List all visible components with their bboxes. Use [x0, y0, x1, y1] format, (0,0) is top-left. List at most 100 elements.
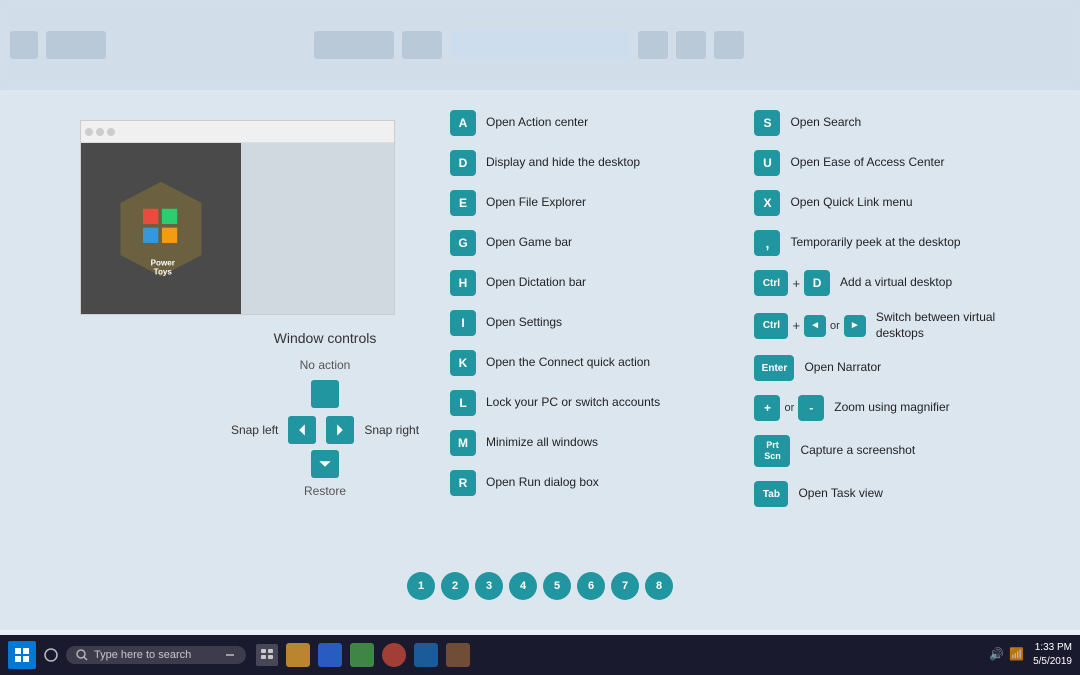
search-placeholder: Type here to search: [94, 649, 191, 661]
shortcut-row-d: D Display and hide the desktop: [450, 150, 720, 176]
desc-i: Open Settings: [486, 315, 562, 331]
shortcut-row-s: S Open Search: [754, 110, 1024, 136]
key-ctrl-1: Ctrl: [754, 270, 788, 296]
desc-g: Open Game bar: [486, 235, 572, 251]
desc-enter: Open Narrator: [804, 360, 881, 376]
network-icon: 🔊: [989, 647, 1005, 663]
preview-right: [241, 143, 394, 314]
page-2[interactable]: 2: [441, 572, 469, 600]
snap-left-btn[interactable]: [288, 416, 316, 444]
restore-btn[interactable]: [311, 450, 339, 478]
shortcut-row-r: R Open Run dialog box: [450, 470, 720, 496]
svg-text:Toys: Toys: [154, 267, 173, 276]
preview-left: Power Toys: [81, 143, 241, 314]
page-1[interactable]: 1: [407, 572, 435, 600]
key-tab: Tab: [754, 481, 788, 507]
plusminus-combo: + or -: [754, 395, 824, 421]
shortcut-row-comma: , Temporarily peek at the desktop: [754, 230, 1024, 256]
top-icon-6: [638, 31, 668, 59]
time-display: 1:33 PM: [1033, 641, 1072, 655]
preview-titlebar: [81, 121, 394, 143]
shortcut-row-a: A Open Action center: [450, 110, 720, 136]
powertoys-btn[interactable]: [446, 643, 470, 667]
key-right-arrow: ►: [844, 315, 866, 337]
restore-label: Restore: [160, 484, 490, 498]
top-bar: [0, 0, 1080, 90]
desc-r: Open Run dialog box: [486, 475, 599, 491]
desc-plusminus: Zoom using magnifier: [834, 400, 949, 416]
desc-h: Open Dictation bar: [486, 275, 586, 291]
or-2: or: [784, 402, 794, 414]
key-d: D: [450, 150, 476, 176]
snap-right-btn[interactable]: [326, 416, 354, 444]
key-plus: +: [754, 395, 780, 421]
cortana-button[interactable]: [42, 646, 60, 664]
key-u: U: [754, 150, 780, 176]
taskbar-icons: [256, 643, 470, 667]
wc-title: Window controls: [160, 330, 490, 346]
desc-ctrl-arrows: Switch between virtual desktops: [876, 310, 1025, 341]
ctrl-arrows-combo: Ctrl + ◄ or ►: [754, 313, 865, 339]
wc-no-action: No action: [160, 358, 490, 372]
desc-s: Open Search: [790, 115, 861, 131]
top-icon-7: [676, 31, 706, 59]
plus-2: +: [792, 318, 800, 333]
key-s: S: [754, 110, 780, 136]
shortcut-row-ctrl-d: Ctrl + D Add a virtual desktop: [754, 270, 1024, 296]
vscode-btn[interactable]: [414, 643, 438, 667]
shortcuts-right-col: S Open Search U Open Ease of Access Cent…: [754, 110, 1024, 521]
system-clock: 1:33 PM 5/5/2019: [1033, 641, 1072, 669]
page-7[interactable]: 7: [611, 572, 639, 600]
top-icon-1: [10, 31, 38, 59]
shortcut-row-e: E Open File Explorer: [450, 190, 720, 216]
key-m: M: [450, 430, 476, 456]
key-k: K: [450, 350, 476, 376]
desc-m: Minimize all windows: [486, 435, 598, 451]
page-4[interactable]: 4: [509, 572, 537, 600]
titlebar-dot-3: [107, 128, 115, 136]
desc-a: Open Action center: [486, 115, 588, 131]
search-bar[interactable]: Type here to search: [66, 646, 246, 664]
titlebar-dot-2: [96, 128, 104, 136]
snap-right-label: Snap right: [364, 423, 419, 437]
key-r: R: [450, 470, 476, 496]
shortcut-row-k: K Open the Connect quick action: [450, 350, 720, 376]
plus-1: +: [792, 276, 800, 291]
chrome-btn[interactable]: [382, 643, 406, 667]
preview-panel: Power Toys Window controls No action Sna…: [80, 120, 410, 530]
key-enter: Enter: [754, 355, 794, 381]
key-left-arrow: ◄: [804, 315, 826, 337]
preview-body: Power Toys: [81, 143, 394, 314]
edge-btn[interactable]: [318, 643, 342, 667]
main-area: Power Toys Window controls No action Sna…: [0, 90, 1080, 630]
start-button[interactable]: [8, 641, 36, 669]
store-btn[interactable]: [350, 643, 374, 667]
top-icon-2: [46, 31, 106, 59]
wc-snap-row: Snap left Snap right: [160, 416, 490, 444]
shortcut-row-prtscn: PrtScn Capture a screenshot: [754, 435, 1024, 467]
task-view-btn[interactable]: [256, 644, 278, 666]
key-h: H: [450, 270, 476, 296]
titlebar-dot-1: [85, 128, 93, 136]
desc-prtscn: Capture a screenshot: [800, 443, 915, 459]
desc-ctrl-d: Add a virtual desktop: [840, 275, 952, 291]
volume-icon: 📶: [1009, 647, 1025, 663]
page-8[interactable]: 8: [645, 572, 673, 600]
page-5[interactable]: 5: [543, 572, 571, 600]
desc-l: Lock your PC or switch accounts: [486, 395, 660, 411]
page-3[interactable]: 3: [475, 572, 503, 600]
taskbar-right: 🔊 📶 1:33 PM 5/5/2019: [989, 641, 1072, 669]
svg-text:Power: Power: [151, 258, 176, 267]
shortcut-row-g: G Open Game bar: [450, 230, 720, 256]
shortcut-row-m: M Minimize all windows: [450, 430, 720, 456]
key-i: I: [450, 310, 476, 336]
file-explorer-btn[interactable]: [286, 643, 310, 667]
shortcut-row-x: X Open Quick Link menu: [754, 190, 1024, 216]
page-6[interactable]: 6: [577, 572, 605, 600]
shortcut-row-plusminus: + or - Zoom using magnifier: [754, 395, 1024, 421]
key-a: A: [450, 110, 476, 136]
top-icon-3: [314, 31, 394, 59]
shortcut-row-ctrl-arrows: Ctrl + ◄ or ► Switch between virtual des…: [754, 310, 1024, 341]
key-comma: ,: [754, 230, 780, 256]
hex-logo: Power Toys: [116, 177, 206, 281]
